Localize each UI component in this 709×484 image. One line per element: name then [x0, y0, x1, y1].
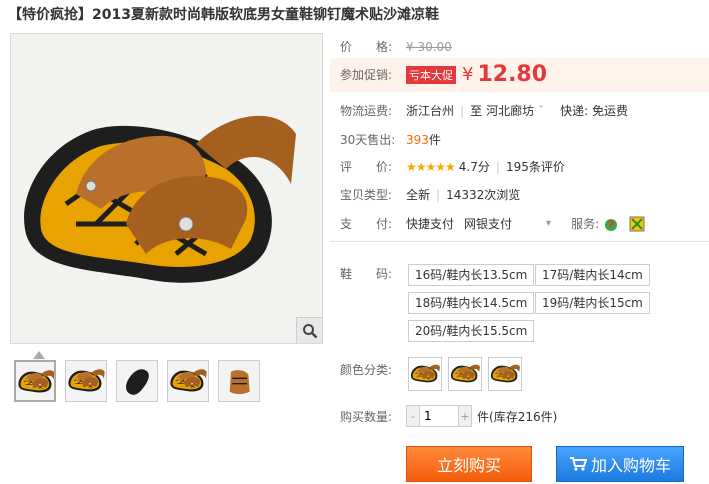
- rating-row: 评 价: ★★★★★ 4.7分 | 195条评价: [340, 158, 565, 175]
- thumbnail-5[interactable]: [218, 360, 260, 402]
- stock-info: 件 (库存216件): [477, 408, 557, 425]
- add-to-cart-button[interactable]: 加入购物车: [556, 446, 684, 482]
- sandal-swatch-icon: [450, 364, 481, 383]
- separator: |: [460, 103, 465, 118]
- add-to-cart-label: 加入购物车: [590, 456, 671, 475]
- size-option-17[interactable]: 17码/鞋内长14cm: [535, 264, 650, 286]
- buy-now-button[interactable]: 立刻购买: [406, 446, 532, 482]
- promo-label: 参加促销:: [340, 68, 393, 82]
- stock-count: (库存216件): [489, 410, 558, 424]
- review-count-link[interactable]: 195条评价: [506, 158, 565, 175]
- product-title: 【特价疯抢】2013夏新款时尚韩版软底男女童鞋铆钉魔术贴沙滩凉鞋: [8, 7, 439, 23]
- chevron-down-icon[interactable]: ˇ: [538, 104, 544, 118]
- thumbnail-3[interactable]: [116, 360, 158, 402]
- rating-label: 评 价:: [340, 160, 393, 174]
- star-rating-icon: ★★★★★: [406, 159, 456, 174]
- condition: 全新: [406, 188, 431, 202]
- original-price: ¥ 30.00: [406, 39, 452, 54]
- payment-label: 支 付:: [340, 217, 393, 231]
- quantity-label-row: 购买数量:: [340, 408, 406, 425]
- divider: [330, 241, 709, 242]
- payment-dropdown-icon[interactable]: ▾: [546, 218, 551, 229]
- color-label: 颜色分类:: [340, 363, 393, 377]
- sandal-back-thumb-icon: [229, 370, 250, 395]
- size-option-16[interactable]: 16码/鞋内长13.5cm: [408, 264, 535, 286]
- sandal-thumb-icon: [68, 368, 106, 392]
- color-swatch-2[interactable]: [448, 357, 482, 391]
- service-label: 服务:: [571, 217, 600, 231]
- payment-row: 支 付: 快捷支付 网银支付 ▾ 服务: 7: [340, 215, 645, 232]
- separator: |: [436, 187, 441, 202]
- size-option-18[interactable]: 18码/鞋内长14.5cm: [408, 292, 535, 314]
- separator: |: [495, 159, 500, 174]
- type-label: 宝贝类型:: [340, 188, 393, 202]
- promo-row: 参加促销: 亏本大促 ¥ 12.80: [340, 62, 547, 87]
- sales-count: 393: [406, 132, 429, 147]
- sandal-image: [11, 34, 322, 343]
- size-label: 鞋 码:: [340, 267, 393, 281]
- cart-icon: [569, 457, 587, 471]
- type-row: 宝贝类型: 全新 | 14332次浏览: [340, 186, 520, 203]
- thumbnail-strip: [14, 360, 260, 402]
- shipping-row: 物流运费: 浙江台州 | 至 河北廊坊 ˇ 快递: 免运费: [340, 102, 628, 119]
- svg-text:7: 7: [608, 219, 615, 230]
- thumbnail-2[interactable]: [65, 360, 107, 402]
- payment-method-1: 快捷支付: [406, 217, 455, 231]
- thumbnail-4[interactable]: [167, 360, 209, 402]
- quantity-minus-button[interactable]: -: [407, 406, 419, 426]
- promo-tag: 亏本大促: [406, 65, 456, 84]
- buy-now-label: 立刻购买: [436, 456, 501, 475]
- main-product-image[interactable]: [10, 33, 323, 344]
- zoom-button[interactable]: [296, 317, 322, 343]
- sales-unit: 件: [428, 133, 441, 147]
- view-count: 14332次浏览: [446, 188, 521, 202]
- ship-to-select[interactable]: 河北廊坊: [486, 102, 534, 119]
- currency-symbol: ¥: [462, 64, 474, 85]
- sandal-thumb-icon: [170, 368, 208, 392]
- magnifier-icon: [302, 323, 317, 338]
- price-row: 价 格: ¥ 30.00: [340, 38, 452, 55]
- quantity-stepper: - +: [406, 405, 472, 427]
- quantity-unit: 件: [477, 410, 490, 424]
- sandal-sole-thumb-icon: [126, 369, 149, 395]
- thumbnail-1[interactable]: [14, 360, 56, 402]
- payment-method-2: 网银支付: [464, 217, 513, 231]
- seven-day-return-icon[interactable]: 7: [603, 216, 619, 232]
- ship-from: 浙江台州: [406, 104, 455, 118]
- thumbnail-indicator: [33, 351, 45, 359]
- size-label-row: 鞋 码:: [340, 265, 406, 282]
- quantity-plus-button[interactable]: +: [459, 406, 471, 426]
- quantity-input[interactable]: [419, 406, 459, 426]
- price-label: 价 格:: [340, 40, 393, 54]
- sales-label: 30天售出:: [340, 133, 396, 147]
- sandal-swatch-icon: [490, 364, 521, 383]
- ship-method: 快递: 免运费: [560, 104, 628, 118]
- guarantee-icon[interactable]: [629, 216, 645, 232]
- sales-row: 30天售出: 393 件: [340, 131, 441, 148]
- color-swatch-3[interactable]: [488, 357, 522, 391]
- shipping-label: 物流运费:: [340, 104, 393, 118]
- ship-to-prefix: 至: [470, 104, 483, 118]
- quantity-label: 购买数量:: [340, 410, 393, 424]
- size-option-19[interactable]: 19码/鞋内长15cm: [535, 292, 650, 314]
- size-option-20[interactable]: 20码/鞋内长15.5cm: [408, 320, 535, 342]
- color-label-row: 颜色分类:: [340, 361, 406, 378]
- color-swatch-1[interactable]: [408, 357, 442, 391]
- rating-score: 4.7分: [458, 160, 490, 174]
- sandal-thumb-icon: [18, 369, 54, 393]
- promo-price: 12.80: [477, 62, 548, 87]
- sandal-swatch-icon: [410, 364, 441, 383]
